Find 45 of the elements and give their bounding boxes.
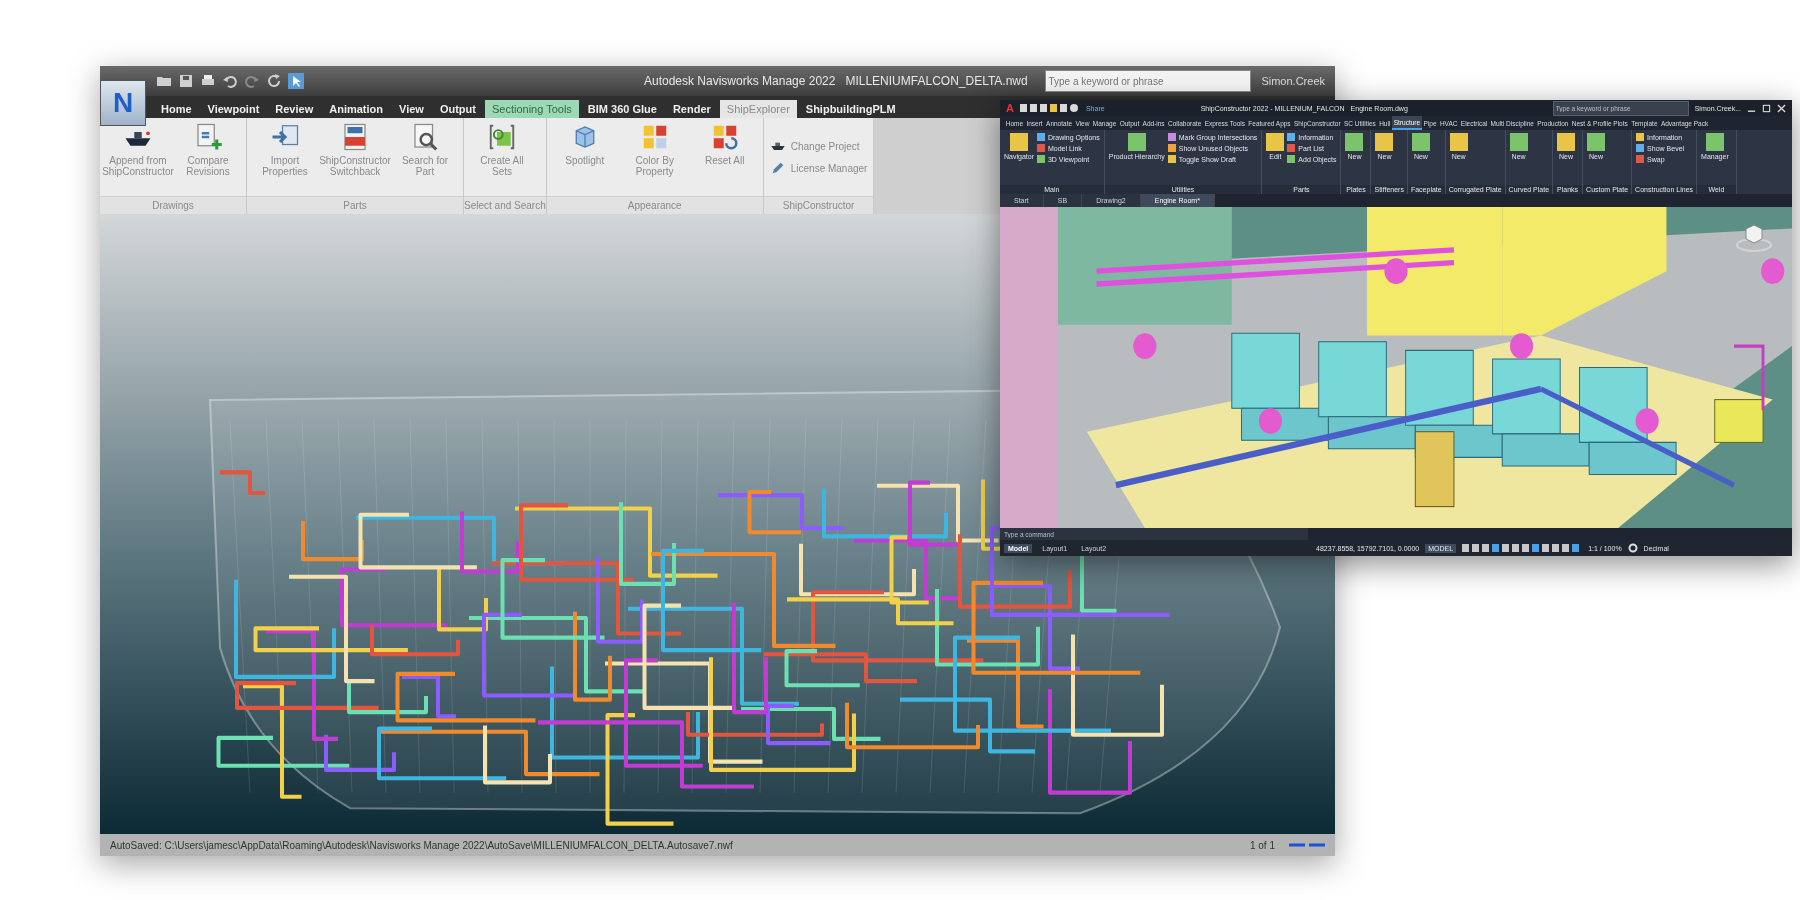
select-cursor-icon[interactable] xyxy=(288,73,304,89)
save-icon[interactable] xyxy=(178,73,194,89)
ribbon-tab[interactable]: View xyxy=(392,100,431,118)
tool-icon xyxy=(1266,133,1285,151)
quick-access-toolbar-icon[interactable] xyxy=(1019,103,1080,113)
ribbon-tab[interactable]: Animation xyxy=(322,100,390,118)
maximize-icon[interactable] xyxy=(1762,103,1771,113)
tool-icon xyxy=(1375,133,1394,151)
settings-icon[interactable] xyxy=(1627,543,1638,553)
tool-icon xyxy=(1411,133,1430,151)
close-icon[interactable] xyxy=(1777,103,1786,113)
file-name: MILLENIUMFALCON_DELTA.nwd xyxy=(845,74,1028,88)
tool-icon xyxy=(1705,133,1724,151)
tool-icon xyxy=(1587,133,1606,151)
tool-icon xyxy=(1557,133,1576,151)
panel-title: Appearance xyxy=(546,196,763,214)
tool-icon xyxy=(1449,133,1468,151)
app-menu-button[interactable]: N xyxy=(100,80,146,126)
panel-title: ShipConstructor xyxy=(763,196,874,214)
undo-icon[interactable] xyxy=(222,73,238,89)
panel-title: Parts xyxy=(247,196,463,214)
tool-icon xyxy=(1509,133,1528,151)
tool-icon xyxy=(1345,133,1364,151)
tool-icon xyxy=(1010,133,1028,151)
tool-icon xyxy=(1127,133,1146,151)
ribbon-tab[interactable]: Sectioning Tools xyxy=(484,100,579,118)
ribbon-tab[interactable]: Render xyxy=(665,100,718,118)
window-title: Autodesk Navisworks Manage 2022 xyxy=(644,74,836,88)
ribbon-tab[interactable]: ShipbuildingPLM xyxy=(798,100,903,118)
search-field[interactable]: Type a keyword or phrase xyxy=(1045,70,1252,92)
user-name[interactable]: Simon.Creek xyxy=(1261,75,1325,87)
ribbon-tab[interactable]: BIM 360 Glue xyxy=(580,100,664,118)
page-indicator: 1 of 1 xyxy=(1249,839,1275,851)
ribbon-tab[interactable]: Home xyxy=(154,100,199,118)
performance-meter-icon xyxy=(1289,843,1325,847)
ribbon-tab[interactable]: Viewpoint xyxy=(200,100,267,118)
redo-icon[interactable] xyxy=(244,73,260,89)
app-menu-button[interactable]: A xyxy=(1006,102,1014,114)
sets-icon xyxy=(487,122,517,152)
ribbon-tab[interactable]: Output xyxy=(432,100,483,118)
status-text: AutoSaved: C:\Users\jamesc\AppData\Roaming\Autodesk\Navisworks Manage 2022\AutoSave\MILLENIUMFALCON_DELTA.Autosave7.nwf xyxy=(110,839,733,851)
panel-title: Select and Search xyxy=(464,196,546,214)
panel-title: Drawings xyxy=(100,196,246,214)
ribbon-tab[interactable]: Review xyxy=(268,100,321,118)
refresh-icon[interactable] xyxy=(266,73,282,89)
